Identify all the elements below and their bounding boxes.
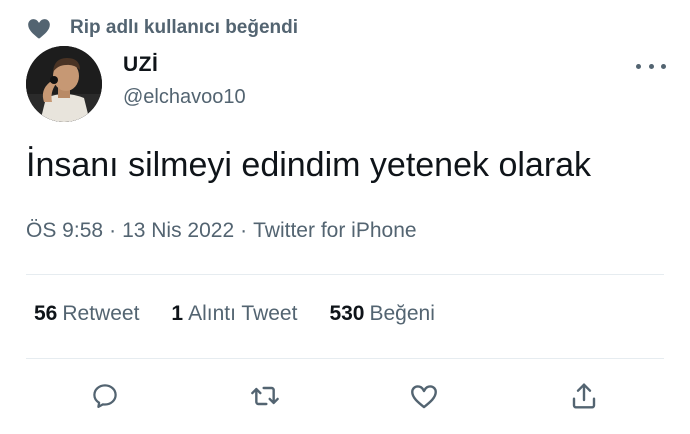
retweet-count[interactable]: 56 Retweet: [34, 302, 139, 326]
stat-count: 1: [171, 302, 184, 325]
meta-separator: ·: [240, 219, 248, 242]
action-bar: [0, 378, 690, 414]
stat-label: Retweet: [62, 302, 140, 325]
display-name[interactable]: UZİ: [123, 53, 158, 77]
divider: [26, 274, 664, 275]
stat-label: Alıntı Tweet: [188, 302, 298, 325]
share-button[interactable]: [566, 378, 602, 414]
heart-icon: [28, 19, 50, 39]
tweet-time[interactable]: ÖS 9:58: [26, 219, 103, 242]
reply-button[interactable]: [87, 378, 123, 414]
meta-separator: ·: [109, 219, 117, 242]
stat-count: 56: [34, 302, 58, 325]
social-context-text: Rip adlı kullanıcı beğendi: [70, 17, 299, 38]
avatar-photo: [26, 46, 102, 122]
heart-outline-icon: [411, 385, 437, 409]
tweet-stats: 56 Retweet 1 Alıntı Tweet 530 Beğeni: [34, 302, 467, 326]
user-handle[interactable]: @elchavoo10: [123, 86, 246, 109]
tweet-text: İnsanı silmeyi edindim yetenek olarak: [26, 146, 592, 184]
tweet-source[interactable]: Twitter for iPhone: [253, 219, 416, 242]
like-button[interactable]: [406, 378, 442, 414]
more-dot: [636, 63, 641, 69]
stat-count: 530: [329, 302, 365, 325]
like-count[interactable]: 530 Beğeni: [329, 302, 434, 326]
tweet-metadata: ÖS 9:58 · 13 Nis 2022 · Twitter for iPhone: [26, 219, 417, 243]
share-icon: [572, 383, 596, 409]
avatar[interactable]: [26, 46, 102, 122]
social-context[interactable]: Rip adlı kullanıcı beğendi: [26, 15, 298, 41]
quote-tweet-count[interactable]: 1 Alıntı Tweet: [171, 302, 297, 326]
retweet-button[interactable]: [247, 378, 283, 414]
stat-label: Beğeni: [369, 302, 435, 325]
more-icon[interactable]: [636, 56, 666, 76]
divider: [26, 358, 664, 359]
tweet-date[interactable]: 13 Nis 2022: [122, 219, 234, 242]
retweet-icon: [251, 386, 279, 406]
more-dot: [661, 63, 666, 69]
more-dot: [648, 63, 654, 69]
reply-icon: [93, 384, 117, 408]
